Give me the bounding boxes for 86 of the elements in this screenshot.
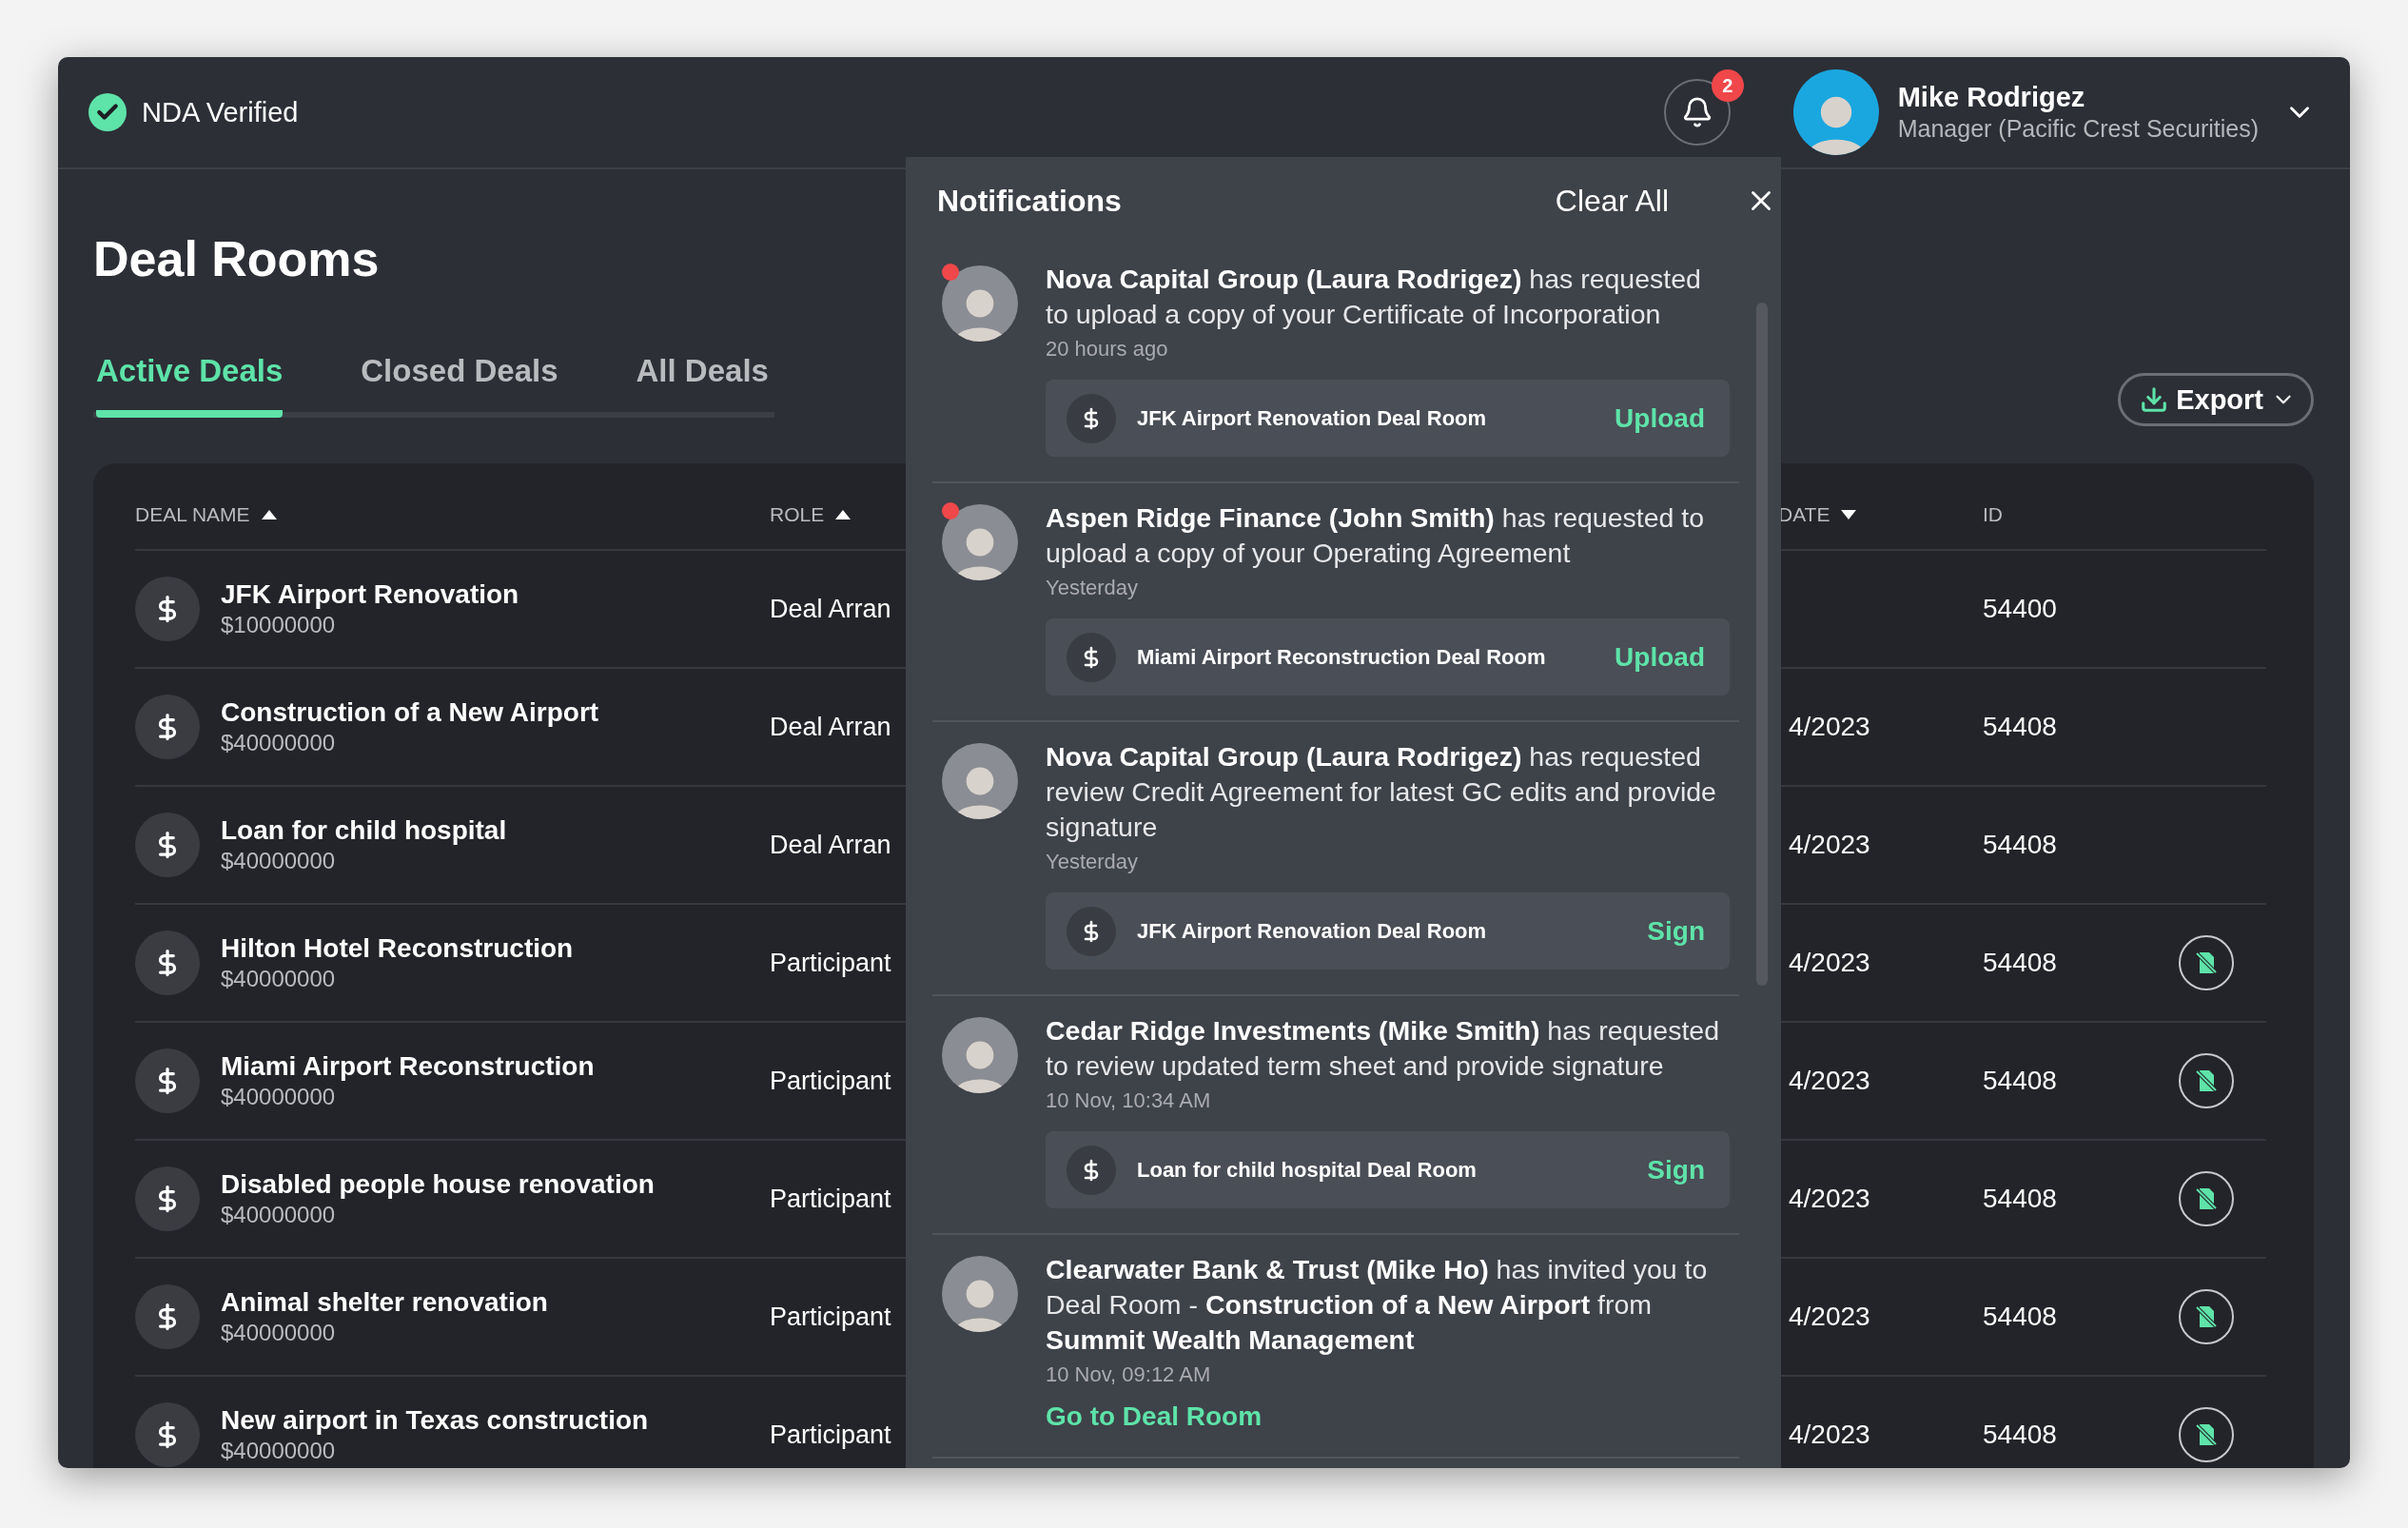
notification-time: 20 hours ago <box>1046 336 1169 362</box>
deal-name[interactable]: Loan for child hospital <box>221 815 507 846</box>
role-cell: Deal Arran <box>770 830 891 860</box>
notification-text: Nova Capital Group (Laura Rodrigez) has requested to upload a copy of your Certificate of Incorporation <box>1046 263 1702 331</box>
notification-time: 10 Nov, 10:34 AM <box>1046 1087 1212 1114</box>
sort-ascending-icon[interactable] <box>835 510 852 519</box>
verification-label: NDA Verified <box>142 96 299 128</box>
role-cell: Participant <box>770 1420 891 1450</box>
deal-amount: $40000000 <box>221 966 337 992</box>
deal-room-name[interactable]: Miami Airport Reconstruction Deal Room <box>1137 644 1595 670</box>
date-cell-text: 4/2023 <box>1788 948 1870 978</box>
deal-amount: $40000000 <box>221 848 337 874</box>
deal-name[interactable]: New airport in Texas construction <box>221 1405 649 1436</box>
date-cell-text: 4/2023 <box>1788 1302 1870 1332</box>
deal-amount: $40000000 <box>221 1084 337 1110</box>
notification-count: 2 <box>1711 69 1744 102</box>
action-button[interactable]: Sign <box>1647 915 1705 947</box>
user-role: Manager (Pacific Crest Securities) <box>1897 115 2259 143</box>
clear-all-button[interactable]: Clear All <box>1555 183 1669 219</box>
notification-text: Nova Capital Group (Laura Rodrigez) has requested review Credit Agreement for latest GC edits and provide signature <box>1046 740 1717 844</box>
panel-title: Notifications <box>937 183 1123 219</box>
id-cell: 54408 <box>1983 1066 2057 1096</box>
export-button[interactable]: Export <box>2118 373 2314 426</box>
role-cell: Participant <box>770 1184 891 1214</box>
document-off-icon <box>2193 950 2220 976</box>
document-off-icon <box>2193 1421 2220 1448</box>
id-cell: 54408 <box>1983 948 2057 978</box>
document-off-button[interactable] <box>2179 1053 2234 1108</box>
download-icon <box>2140 385 2169 414</box>
deal-room-name[interactable]: JFK Airport Renovation Deal Room <box>1137 918 1627 944</box>
document-off-icon <box>2193 1303 2220 1330</box>
tab[interactable]: Active Deals <box>96 340 284 418</box>
date-cell-text: 4/2023 <box>1788 1184 1870 1214</box>
deal-amount: $40000000 <box>221 1438 337 1464</box>
date-cell-text: 4/2023 <box>1788 1420 1870 1450</box>
date-cell-text: 4/2023 <box>1788 712 1870 742</box>
deal-amount: $40000000 <box>221 1320 337 1346</box>
deal-amount: $40000000 <box>221 1202 337 1228</box>
deal-room-name[interactable]: Loan for child hospital Deal Room <box>1137 1157 1627 1183</box>
document-off-icon <box>2193 1068 2220 1094</box>
sort-ascending-icon[interactable] <box>261 510 277 519</box>
id-cell: 54408 <box>1983 1420 2057 1450</box>
deal-name[interactable]: Miami Airport Reconstruction <box>221 1051 595 1082</box>
deal-room-link[interactable]: Go to Deal Room <box>1046 1401 1263 1432</box>
deal-room-name[interactable]: JFK Airport Renovation Deal Room <box>1137 405 1595 431</box>
column-header[interactable]: DEAL NAME <box>135 503 250 526</box>
id-cell: 54408 <box>1983 830 2057 860</box>
notification-text: Cedar Ridge Investments (Mike Smith) has requested to review updated term sheet and provide signature <box>1046 1014 1720 1083</box>
date-cell-text: 4/2023 <box>1788 830 1870 860</box>
column-header[interactable]: ID <box>1983 503 2003 526</box>
deal-name[interactable]: Disabled people house renovation <box>221 1169 655 1200</box>
document-off-button[interactable] <box>2179 1407 2234 1462</box>
document-off-icon <box>2193 1185 2220 1212</box>
tab[interactable]: All Deals <box>636 340 769 418</box>
tab[interactable]: Closed Deals <box>361 340 558 418</box>
notification-time: Yesterday <box>1046 849 1140 875</box>
role-cell: Deal Arran <box>770 594 891 624</box>
action-button[interactable]: Sign <box>1647 1154 1705 1185</box>
id-cell: 54408 <box>1983 712 2057 742</box>
document-off-button[interactable] <box>2179 935 2234 990</box>
id-cell: 54408 <box>1983 1302 2057 1332</box>
role-cell: Deal Arran <box>770 712 891 742</box>
document-off-button[interactable] <box>2179 1289 2234 1344</box>
deal-amount: $10000000 <box>221 612 337 638</box>
deal-name[interactable]: Construction of a New Airport <box>221 697 599 728</box>
sort-descending-icon[interactable] <box>1841 510 1857 519</box>
id-cell: 54400 <box>1983 594 2057 624</box>
role-cell: Participant <box>770 1302 891 1332</box>
id-cell: 54408 <box>1983 1184 2057 1214</box>
notification-time: Yesterday <box>1046 575 1140 601</box>
page-title: Deal Rooms <box>93 230 380 288</box>
role-cell: Participant <box>770 1066 891 1096</box>
notification-time: 10 Nov, 09:12 AM <box>1046 1361 1212 1388</box>
document-off-button[interactable] <box>2179 1171 2234 1226</box>
notification-text: Clearwater Bank & Trust (Mike Ho) has invited you to Deal Room - Construction of a New Airport from Summit Wealth Management <box>1046 1253 1709 1357</box>
column-header[interactable]: ROLE <box>770 503 825 526</box>
deal-amount: $40000000 <box>221 730 337 756</box>
action-button[interactable]: Upload <box>1615 641 1705 673</box>
action-button[interactable]: Upload <box>1615 402 1705 434</box>
date-cell-text: 4/2023 <box>1788 1066 1870 1096</box>
notification-text: Aspen Ridge Finance (John Smith) has requested to upload a copy of your Operating Agreement <box>1046 501 1706 570</box>
deal-name[interactable]: Hilton Hotel Reconstruction <box>221 933 574 964</box>
deal-name[interactable]: JFK Airport Renovation <box>221 579 519 610</box>
role-cell: Participant <box>770 948 891 978</box>
user-name: Mike Rodrigez <box>1897 82 2086 113</box>
deal-name[interactable]: Animal shelter renovation <box>221 1287 548 1318</box>
